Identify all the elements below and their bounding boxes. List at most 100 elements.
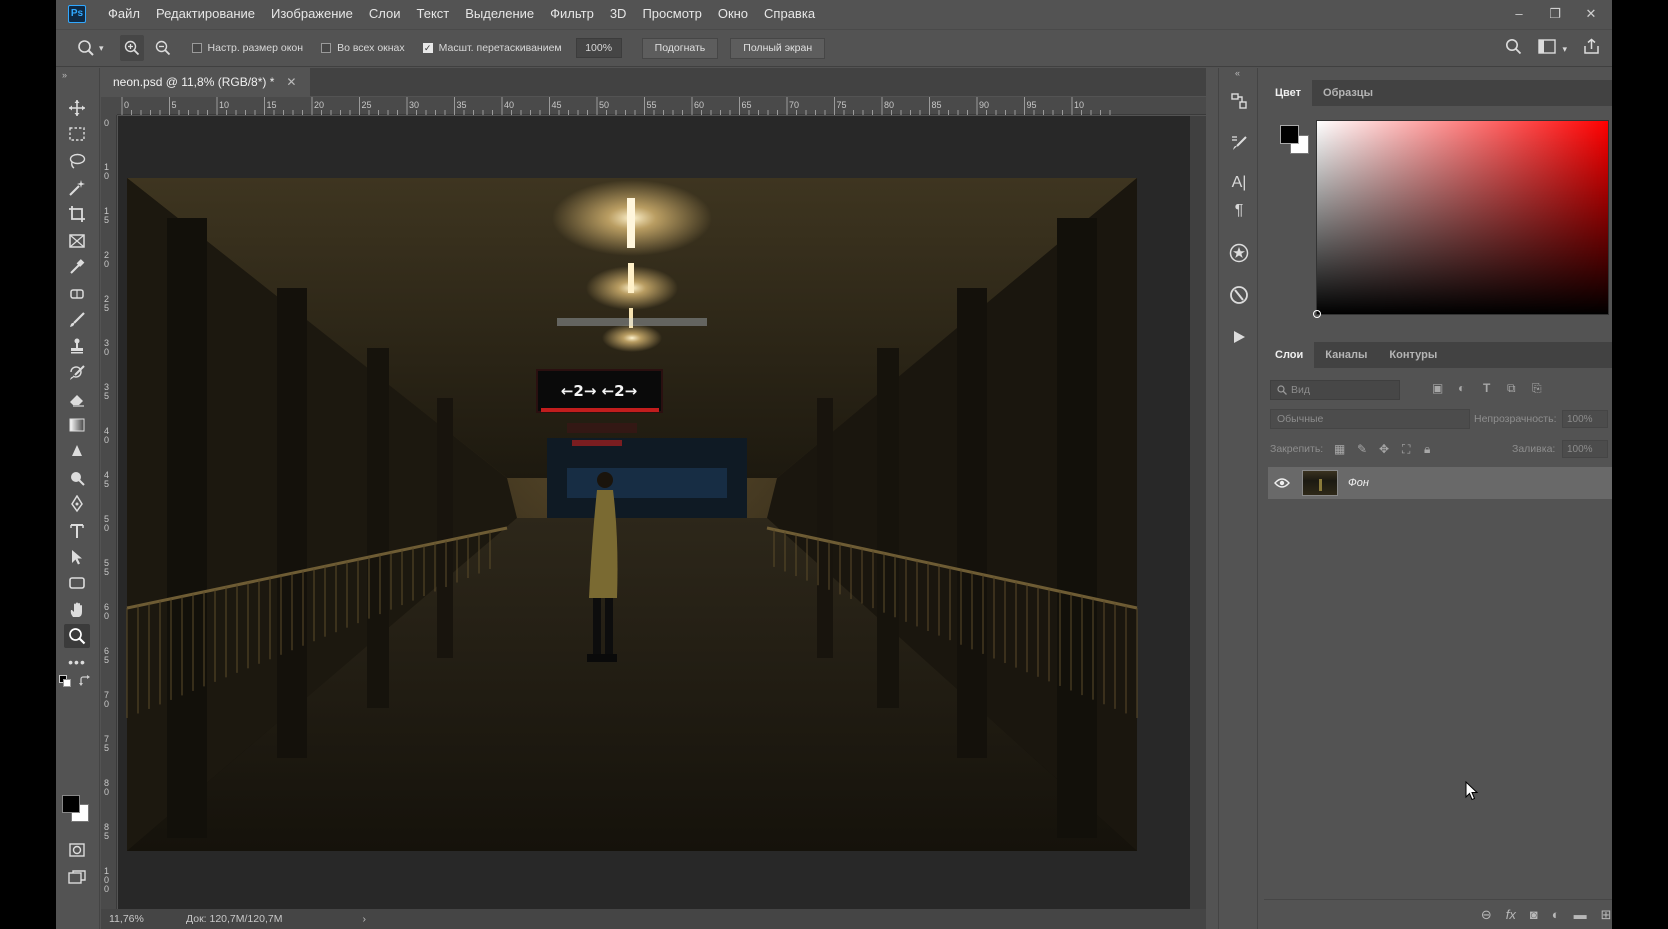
all-windows-checkbox[interactable]: Во всех окнах	[321, 42, 405, 54]
zoom-tool-icon[interactable]	[64, 624, 90, 648]
workspace-icon[interactable]	[1538, 39, 1557, 59]
new-layer-icon[interactable]: ⊞	[1601, 907, 1612, 923]
menu-image[interactable]: Изображение	[263, 0, 361, 27]
menu-help[interactable]: Справка	[756, 0, 823, 27]
all-windows-box[interactable]	[321, 43, 332, 53]
libraries-icon[interactable]	[1226, 240, 1252, 266]
adjustments-icon[interactable]	[1226, 282, 1252, 308]
pen-tool-icon[interactable]	[64, 492, 90, 516]
chevron-down-icon[interactable]: ▾	[1562, 44, 1567, 55]
collapse-arrows-icon[interactable]: »	[62, 70, 67, 80]
history-brush-tool-icon[interactable]	[64, 361, 90, 385]
new-group-icon[interactable]: ▬	[1574, 907, 1587, 922]
close-tab-icon[interactable]: ✕	[286, 75, 296, 89]
filter-smart-object-icon[interactable]: ⎘	[1532, 381, 1542, 396]
history-panel-icon[interactable]	[1226, 88, 1252, 114]
foreground-background-colors[interactable]	[61, 794, 93, 826]
zoom-in-icon[interactable]	[119, 35, 144, 61]
menu-file[interactable]: Файл	[100, 0, 148, 27]
menu-view[interactable]: Просмотр	[634, 0, 709, 27]
tab-layers[interactable]: Слои	[1264, 342, 1315, 368]
visibility-eye-icon[interactable]	[1268, 476, 1296, 491]
new-adjustment-icon[interactable]: ◐	[1552, 907, 1560, 922]
lock-all-icon[interactable]: 🔒︎	[1424, 442, 1430, 457]
close-icon[interactable]: ✕	[1584, 6, 1598, 22]
fx-icon[interactable]: fx	[1506, 907, 1516, 922]
swap-colors-icon[interactable]	[78, 674, 92, 688]
lock-artboard-icon[interactable]: ⛶	[1402, 442, 1410, 457]
filter-pixel-icon[interactable]: ▣	[1432, 381, 1443, 395]
spot-healing-tool-icon[interactable]	[64, 282, 90, 306]
filter-type-icon[interactable]: T	[1483, 381, 1490, 395]
document-tab[interactable]: neon.psd @ 11,8% (RGB/8*) * ✕	[101, 68, 311, 96]
add-mask-icon[interactable]: ◙	[1530, 907, 1538, 922]
fill-field[interactable]: 100%	[1562, 440, 1608, 458]
document-canvas-area[interactable]: ←2→ ←2→	[118, 116, 1206, 909]
screen-mode-icon[interactable]	[64, 865, 90, 889]
link-layers-icon[interactable]: ⊖	[1481, 907, 1492, 923]
menu-filter[interactable]: Фильтр	[542, 0, 602, 27]
marquee-tool-icon[interactable]	[64, 122, 90, 146]
fit-screen-button[interactable]: Подогнать	[641, 37, 719, 59]
chevron-right-icon[interactable]: ›	[362, 913, 366, 925]
rectangle-tool-icon[interactable]	[64, 571, 90, 595]
menu-edit[interactable]: Редактирование	[148, 0, 263, 27]
clone-stamp-tool-icon[interactable]	[64, 334, 90, 358]
restore-icon[interactable]: ❐	[1548, 6, 1562, 22]
lock-transparent-icon[interactable]: ▦	[1334, 442, 1345, 456]
layer-name[interactable]: Фон	[1348, 477, 1369, 489]
path-selection-tool-icon[interactable]	[64, 545, 90, 569]
move-tool-icon[interactable]	[64, 96, 90, 120]
zoom-tool-preset-icon[interactable]	[76, 35, 96, 61]
tab-color[interactable]: Цвет	[1264, 80, 1313, 106]
brush-tool-icon[interactable]	[64, 308, 90, 332]
scrubby-zoom-checkbox[interactable]: ✓ Масшт. перетаскиванием	[422, 42, 562, 54]
tab-paths[interactable]: Контуры	[1378, 342, 1448, 368]
quick-mask-icon[interactable]	[64, 838, 90, 862]
magic-wand-tool-icon[interactable]	[64, 176, 90, 200]
tab-channels[interactable]: Каналы	[1314, 342, 1378, 368]
tab-swatches[interactable]: Образцы	[1312, 80, 1384, 106]
filter-shape-icon[interactable]: ⧉	[1507, 381, 1516, 396]
ruler-corner[interactable]	[101, 97, 117, 115]
filter-adjustment-icon[interactable]: ◐	[1458, 381, 1465, 395]
crop-tool-icon[interactable]	[64, 202, 90, 226]
lock-image-icon[interactable]: ✎	[1357, 442, 1367, 456]
eyedropper-tool-icon[interactable]	[64, 255, 90, 279]
opacity-field[interactable]: 100%	[1562, 410, 1608, 428]
resize-windows-checkbox[interactable]: Настр. размер окон	[191, 42, 303, 54]
foreground-color-swatch[interactable]	[62, 795, 80, 813]
saturation-brightness-field[interactable]	[1313, 120, 1609, 318]
gradient-tool-icon[interactable]	[64, 413, 90, 437]
fill-screen-button[interactable]: Полный экран	[730, 37, 826, 59]
menu-3d[interactable]: 3D	[602, 0, 635, 27]
menu-select[interactable]: Выделение	[457, 0, 542, 27]
status-zoom[interactable]: 11,76%	[101, 913, 161, 925]
foreground-color-chip[interactable]	[1280, 125, 1299, 144]
vertical-ruler[interactable]: 0 1 0 1 5 2 0 2 5 3 0 3 5 4 0 4 5 5 0 5 5 6 0 6 5 7 0…	[101, 115, 117, 909]
dodge-tool-icon[interactable]	[64, 466, 90, 490]
eraser-tool-icon[interactable]	[64, 387, 90, 411]
default-colors-icon[interactable]	[58, 674, 72, 688]
search-icon[interactable]	[1505, 38, 1522, 60]
blend-mode-select[interactable]: Обычные	[1270, 409, 1470, 429]
chevron-down-icon[interactable]: ▾	[99, 35, 104, 61]
resize-windows-box[interactable]	[191, 43, 202, 53]
layer-row[interactable]: Фон	[1268, 467, 1612, 499]
menu-layers[interactable]: Слои	[361, 0, 409, 27]
menu-type[interactable]: Текст	[409, 0, 458, 27]
menu-window[interactable]: Окно	[710, 0, 756, 27]
horizontal-ruler[interactable]: 0 5 10 15 20 25 30 35 40 45 50 55 60 65 70 75 80 85 90 95 10	[117, 97, 1206, 115]
collapse-arrows-icon[interactable]: «	[1235, 68, 1240, 78]
paragraph-panel-icon[interactable]: ¶	[1226, 198, 1252, 224]
lock-position-icon[interactable]: ✥	[1379, 442, 1389, 456]
minimize-icon[interactable]: ‒	[1512, 6, 1526, 21]
color-picker-cursor[interactable]	[1313, 310, 1321, 318]
blur-tool-icon[interactable]	[64, 440, 90, 464]
scrubby-zoom-box[interactable]: ✓	[422, 43, 433, 53]
character-panel-icon[interactable]: A|	[1226, 170, 1252, 196]
lasso-tool-icon[interactable]	[64, 149, 90, 173]
more-tools-icon[interactable]: •••	[64, 650, 90, 674]
zoom-out-icon[interactable]	[152, 35, 174, 61]
share-icon[interactable]	[1583, 38, 1600, 60]
